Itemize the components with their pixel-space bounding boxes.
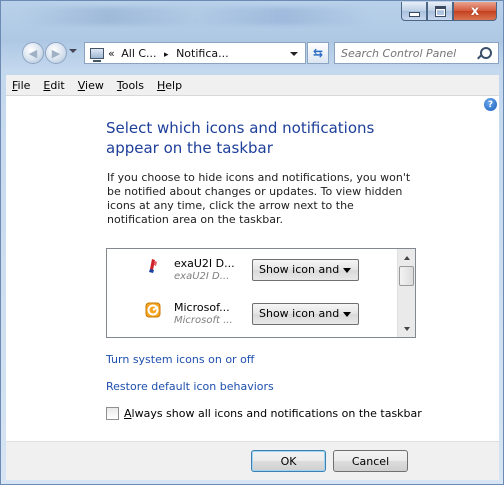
microsoft-app-icon bbox=[145, 302, 161, 318]
page-title: Select which icons and notifications app… bbox=[106, 119, 375, 157]
page-description: If you choose to hide icons and notifica… bbox=[107, 171, 411, 226]
restore-defaults-link[interactable]: Restore default icon behaviors bbox=[106, 380, 274, 393]
address-bar[interactable]: « All C... ▸ Notifica... bbox=[84, 42, 306, 64]
ok-button[interactable]: OK bbox=[251, 450, 326, 472]
refresh-icon: ⇆ bbox=[312, 46, 324, 60]
menu-file[interactable]: File bbox=[6, 79, 37, 92]
menu-tools[interactable]: Tools bbox=[111, 79, 151, 92]
search-input[interactable] bbox=[335, 43, 481, 63]
close-icon: x bbox=[470, 3, 480, 19]
address-dropdown-icon[interactable] bbox=[290, 52, 298, 56]
scroll-up-icon bbox=[403, 255, 410, 260]
behavior-select-value: Show icon and bbox=[259, 263, 340, 276]
list-item: exaU2I D... exaU2I D... Show icon and bbox=[107, 255, 397, 295]
title-bar-glass bbox=[21, 7, 371, 25]
navigation-row: ◀ ▶ « All C... ▸ Notifica... ⇆ bbox=[1, 38, 503, 68]
help-icon[interactable]: ? bbox=[484, 98, 497, 111]
control-panel-icon bbox=[90, 47, 104, 62]
chevron-down-icon bbox=[343, 312, 351, 317]
always-show-checkbox[interactable] bbox=[106, 407, 119, 420]
maximize-icon bbox=[434, 5, 446, 17]
app-name: Microsof... bbox=[174, 301, 230, 314]
close-button[interactable]: x bbox=[453, 2, 497, 21]
breadcrumb-separator-icon[interactable]: ▸ bbox=[164, 50, 169, 60]
list-item: Microsof... Microsoft ... Show icon and bbox=[107, 299, 397, 337]
menu-help[interactable]: Help bbox=[151, 79, 189, 92]
breadcrumb-all-control-panel[interactable]: All C... bbox=[121, 47, 156, 60]
back-arrow-icon: ◀ bbox=[28, 46, 38, 60]
forward-button[interactable]: ▶ bbox=[45, 42, 67, 64]
app-subtitle: Microsoft ... bbox=[174, 315, 233, 326]
behavior-select[interactable]: Show icon and bbox=[252, 303, 359, 325]
behavior-select-value: Show icon and bbox=[259, 307, 340, 320]
menu-view[interactable]: View bbox=[72, 79, 111, 92]
caption-buttons: x bbox=[401, 2, 497, 22]
search-box[interactable] bbox=[334, 42, 499, 64]
app-subtitle: exaU2I D... bbox=[174, 271, 230, 282]
title-bar[interactable]: x bbox=[1, 1, 503, 35]
scroll-thumb[interactable] bbox=[399, 266, 414, 286]
back-button[interactable]: ◀ bbox=[22, 42, 44, 64]
scroll-down-icon bbox=[403, 326, 410, 331]
minimize-icon bbox=[408, 11, 420, 17]
breadcrumb: « All C... ▸ Notifica... bbox=[108, 47, 229, 60]
always-show-label[interactable]: Always show all icons and notifications … bbox=[124, 407, 422, 420]
scroll-down-button[interactable] bbox=[398, 320, 415, 337]
turn-system-icons-link[interactable]: Turn system icons on or off bbox=[106, 353, 254, 366]
maximize-button[interactable] bbox=[427, 2, 453, 21]
breadcrumb-overflow[interactable]: « bbox=[108, 47, 115, 60]
refresh-button[interactable]: ⇆ bbox=[307, 42, 329, 64]
forward-arrow-icon: ▶ bbox=[51, 46, 61, 60]
cancel-button[interactable]: Cancel bbox=[333, 450, 408, 472]
breadcrumb-notification-icons[interactable]: Notifica... bbox=[176, 47, 229, 60]
chevron-down-icon bbox=[343, 268, 351, 273]
list-scrollbar[interactable] bbox=[397, 249, 415, 337]
recent-pages-dropdown-icon[interactable] bbox=[69, 49, 77, 53]
scroll-up-button[interactable] bbox=[398, 249, 415, 266]
exau2i-app-icon bbox=[149, 259, 157, 273]
main-content: ? Select which icons and notifications a… bbox=[6, 96, 499, 441]
always-show-option[interactable]: Always show all icons and notifications … bbox=[106, 407, 422, 420]
search-icon[interactable] bbox=[480, 47, 492, 59]
behavior-select[interactable]: Show icon and bbox=[252, 259, 359, 281]
dialog-button-bar: OK Cancel bbox=[6, 441, 499, 480]
control-panel-window: x ◀ ▶ « All C... ▸ Notifica... ⇆ File Ed… bbox=[0, 0, 504, 485]
menu-edit[interactable]: Edit bbox=[37, 79, 71, 92]
minimize-button[interactable] bbox=[401, 2, 427, 21]
notification-icons-list[interactable]: exaU2I D... exaU2I D... Show icon and Mi… bbox=[106, 248, 416, 338]
app-name: exaU2I D... bbox=[174, 257, 235, 270]
menu-bar: File Edit View Tools Help bbox=[6, 75, 499, 96]
